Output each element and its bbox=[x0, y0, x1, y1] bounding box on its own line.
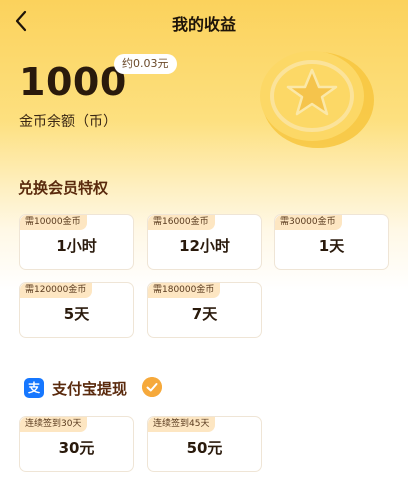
coin-balance-label: 金币余额（币） bbox=[19, 114, 117, 130]
vip-option-duration: 7天 bbox=[191, 305, 218, 323]
vip-option-card[interactable]: 需10000金币 1小时 bbox=[19, 214, 134, 270]
vip-option-duration: 1天 bbox=[318, 237, 345, 255]
vip-option-cost-tag: 需30000金币 bbox=[275, 215, 342, 230]
alipay-option-amount: 50元 bbox=[186, 439, 223, 457]
vip-option-duration: 5天 bbox=[63, 305, 90, 323]
vip-option-card[interactable]: 需180000金币 7天 bbox=[147, 282, 262, 338]
coin-star-icon bbox=[260, 51, 374, 148]
alipay-option-requirement-tag: 连续签到45天 bbox=[148, 417, 216, 432]
alipay-option-requirement-tag: 连续签到30天 bbox=[20, 417, 88, 432]
coin-balance-amount: 1000 bbox=[19, 60, 127, 104]
alipay-option-card[interactable]: 连续签到45天 50元 bbox=[147, 416, 262, 472]
alipay-withdraw-title: 支付宝提现 bbox=[52, 380, 128, 398]
vip-option-card[interactable]: 需120000金币 5天 bbox=[19, 282, 134, 338]
vip-exchange-section-title: 兑换会员特权 bbox=[18, 179, 109, 197]
approx-value-badge: 约0.03元 bbox=[114, 54, 177, 74]
vip-option-cost-tag: 需120000金币 bbox=[20, 283, 93, 298]
vip-option-duration: 1小时 bbox=[56, 237, 97, 255]
alipay-icon: 支 bbox=[24, 378, 44, 398]
page-title: 我的收益 bbox=[171, 15, 236, 34]
vip-option-cost-tag: 需10000金币 bbox=[20, 215, 87, 230]
vip-option-card[interactable]: 需30000金币 1天 bbox=[274, 214, 389, 270]
top-nav-bar: 我的收益 bbox=[0, 0, 408, 44]
vip-option-duration: 12小时 bbox=[179, 237, 230, 255]
checkmark-icon[interactable] bbox=[142, 377, 162, 397]
vip-option-cost-tag: 需180000金币 bbox=[148, 283, 221, 298]
vip-option-card[interactable]: 需16000金币 12小时 bbox=[147, 214, 262, 270]
vip-option-cost-tag: 需16000金币 bbox=[148, 215, 215, 230]
alipay-option-amount: 30元 bbox=[58, 439, 95, 457]
alipay-option-card[interactable]: 连续签到30天 30元 bbox=[19, 416, 134, 472]
